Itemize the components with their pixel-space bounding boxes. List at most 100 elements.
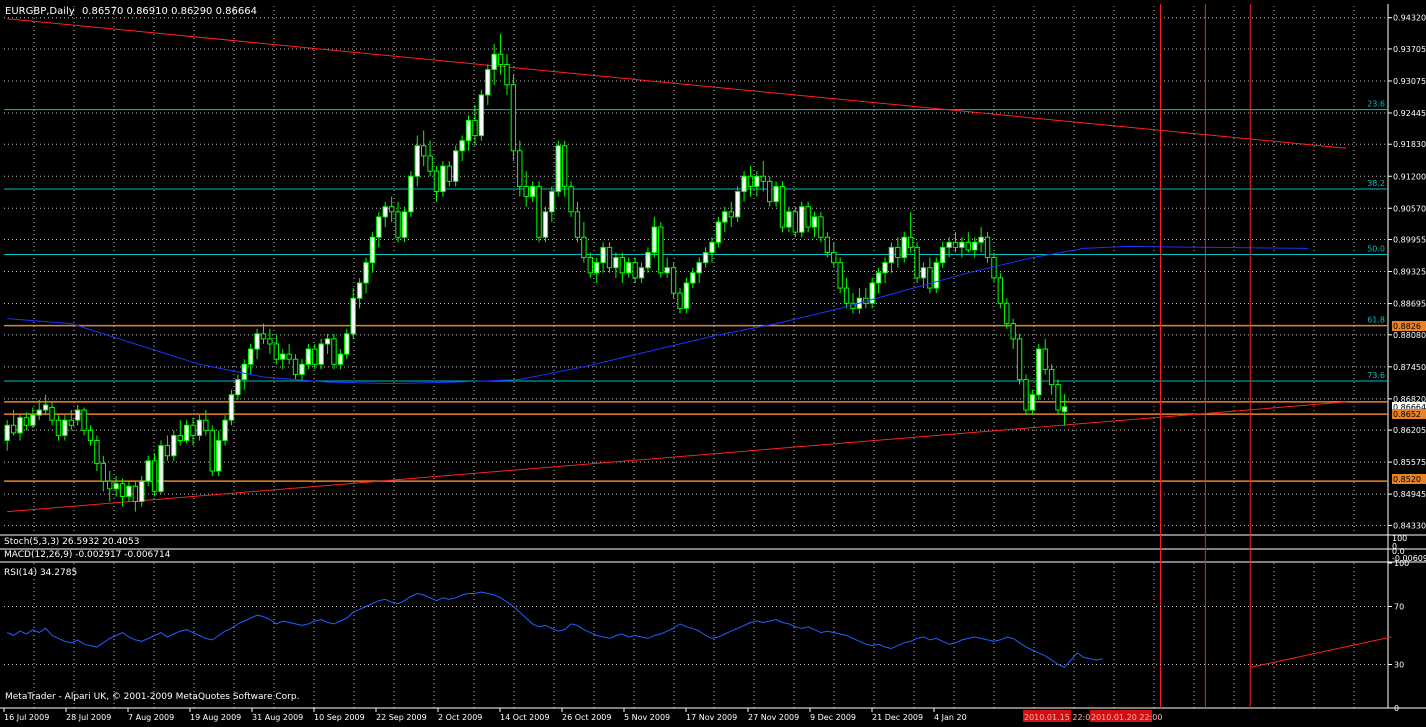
candle-body[interactable] — [113, 483, 119, 490]
candle-body[interactable] — [209, 429, 215, 472]
candle-body[interactable] — [670, 267, 677, 294]
candle-body[interactable] — [946, 241, 952, 248]
candle-body[interactable] — [824, 236, 831, 253]
candle-body[interactable] — [4, 424, 10, 442]
candle-body[interactable] — [491, 53, 497, 71]
candle-body[interactable] — [651, 226, 658, 253]
candle-body[interactable] — [997, 277, 1004, 304]
candle-body[interactable] — [536, 185, 542, 238]
candle-body[interactable] — [747, 175, 754, 187]
candle-body[interactable] — [55, 419, 62, 436]
candle-body[interactable] — [478, 94, 485, 137]
candle-body[interactable] — [626, 262, 632, 274]
candle-body[interactable] — [17, 417, 23, 434]
candle-body[interactable] — [36, 409, 42, 416]
candle-body[interactable] — [645, 251, 651, 269]
candle-body[interactable] — [62, 419, 68, 436]
candle-body[interactable] — [126, 485, 132, 497]
candle-body[interactable] — [228, 394, 235, 421]
candle-body[interactable] — [382, 206, 388, 218]
candle-body[interactable] — [119, 483, 126, 497]
candle-body[interactable] — [171, 434, 177, 457]
candle-body[interactable] — [709, 241, 715, 253]
candle-body[interactable] — [363, 262, 369, 284]
candle-body[interactable] — [754, 175, 760, 187]
candle-body[interactable] — [408, 175, 414, 213]
candle-body[interactable] — [427, 155, 433, 172]
candle-body[interactable] — [574, 211, 581, 238]
candle-body[interactable] — [677, 292, 683, 309]
candle-body[interactable] — [151, 460, 158, 492]
candle-body[interactable] — [273, 343, 280, 360]
candle-body[interactable] — [485, 69, 491, 96]
candle-body[interactable] — [42, 404, 49, 411]
candle-body[interactable] — [690, 272, 696, 284]
candle-body[interactable] — [305, 348, 312, 365]
candle-body[interactable] — [965, 241, 972, 251]
candle-body[interactable] — [158, 445, 164, 492]
candle-body[interactable] — [414, 145, 420, 177]
candle-body[interactable] — [779, 185, 786, 228]
candle-body[interactable] — [74, 409, 81, 421]
candle-body[interactable] — [337, 353, 344, 365]
candle-body[interactable] — [805, 206, 811, 228]
candle-body[interactable] — [722, 211, 728, 223]
candle-body[interactable] — [619, 257, 626, 274]
candle-body[interactable] — [504, 63, 510, 86]
candle-body[interactable] — [203, 419, 209, 431]
candle-body[interactable] — [1010, 323, 1016, 340]
candle-body[interactable] — [247, 348, 254, 365]
candle-body[interactable] — [23, 417, 30, 426]
candle-body[interactable] — [280, 353, 286, 360]
candle-body[interactable] — [613, 257, 619, 269]
candle-body[interactable] — [10, 424, 17, 434]
candle-body[interactable] — [542, 211, 549, 238]
candle-body[interactable] — [555, 145, 561, 192]
candle-body[interactable] — [658, 226, 664, 274]
candle-body[interactable] — [286, 353, 292, 360]
candle-body[interactable] — [177, 434, 183, 442]
candle-body[interactable] — [901, 236, 907, 259]
candle-body[interactable] — [132, 485, 139, 503]
candle-body[interactable] — [395, 211, 401, 238]
candle-body[interactable] — [837, 262, 843, 289]
candle-body[interactable] — [587, 257, 593, 274]
candle-body[interactable] — [529, 185, 536, 198]
candle-body[interactable] — [30, 414, 36, 426]
candle-body[interactable] — [927, 267, 933, 289]
time-axis[interactable]: 16 Jul 2009 28 Jul 2009 7 Aug 2009 19 Aug 2… — [3, 708, 967, 722]
candle-body[interactable] — [196, 419, 203, 436]
candle-body[interactable] — [139, 480, 145, 503]
candle-body[interactable] — [376, 216, 382, 238]
candle-body[interactable] — [324, 338, 331, 345]
candle-body[interactable] — [1036, 348, 1042, 396]
candle-body[interactable] — [907, 236, 914, 248]
candle-body[interactable] — [497, 53, 504, 65]
candle-body[interactable] — [523, 185, 529, 198]
candle-body[interactable] — [939, 246, 946, 264]
candle-body[interactable] — [510, 84, 517, 152]
candle-body[interactable] — [984, 236, 991, 259]
candle-body[interactable] — [1042, 348, 1048, 370]
candle-body[interactable] — [952, 241, 959, 248]
candle-body[interactable] — [81, 409, 87, 431]
candle-body[interactable] — [683, 282, 690, 309]
candle-body[interactable] — [895, 246, 901, 259]
candle-body[interactable] — [190, 424, 196, 436]
candle-body[interactable] — [760, 175, 766, 182]
candle-body[interactable] — [549, 190, 555, 213]
candle-body[interactable] — [664, 267, 670, 274]
candle-body[interactable] — [1004, 302, 1010, 325]
candle-body[interactable] — [433, 170, 440, 192]
candle-body[interactable] — [1048, 368, 1055, 386]
candle-body[interactable] — [183, 424, 190, 442]
candle-body[interactable] — [600, 246, 606, 264]
candle-body[interactable] — [331, 338, 337, 365]
candle-body[interactable] — [235, 379, 241, 396]
candle-body[interactable] — [933, 262, 939, 289]
candle-body[interactable] — [459, 140, 465, 152]
chart-canvas[interactable]: 23.6 38.2 50.0 61.8 73.6 0.94320 0.93705 0.930… — [0, 0, 1426, 723]
candle-body[interactable] — [638, 267, 645, 279]
candle-body[interactable] — [606, 246, 613, 269]
candle-body[interactable] — [472, 119, 478, 137]
